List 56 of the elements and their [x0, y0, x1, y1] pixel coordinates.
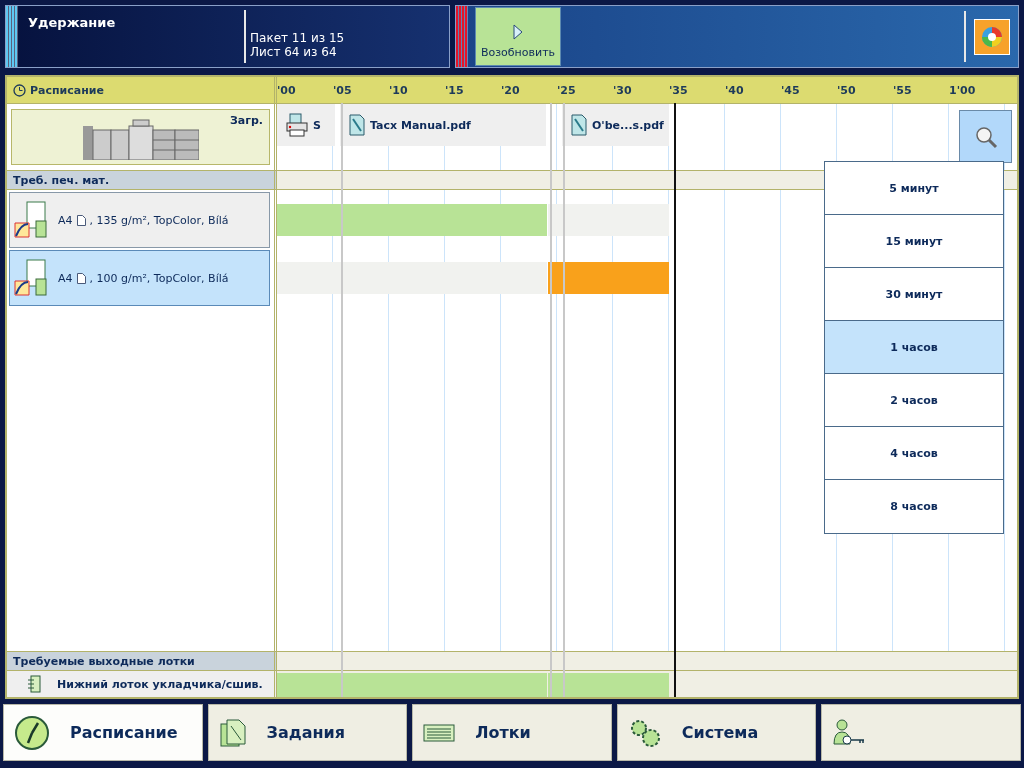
media-size: A4 [58, 213, 73, 227]
media-item[interactable]: A4 , 135 g/m², TopColor, Bílá [9, 192, 270, 248]
time-tick: '55 [893, 83, 913, 97]
job-header[interactable]: O'be...s.pdf [562, 104, 669, 146]
nav-tab[interactable]: Система [616, 704, 817, 761]
status-title: Удержание [28, 15, 116, 30]
job-name: O'be...s.pdf [592, 118, 664, 132]
color-wheel-button[interactable] [974, 19, 1010, 55]
tray-icon [423, 723, 456, 742]
media-details: , 135 g/m², TopColor, Bílá [89, 213, 229, 227]
media-size: A4 [58, 271, 73, 285]
media-item[interactable]: A4 , 100 g/m², TopColor, Bílá [9, 250, 270, 306]
time-tick: '25 [557, 83, 577, 97]
zoom-option[interactable]: 1 часов [825, 321, 1003, 374]
color-wheel-icon [981, 26, 1003, 48]
section-header: Требуемые выходные лотки [7, 651, 277, 671]
time-tick: '50 [837, 83, 857, 97]
page-icon [76, 214, 86, 226]
documents-icon [218, 717, 247, 748]
time-tick: '10 [389, 83, 409, 97]
job-name: S [313, 118, 321, 132]
status-line: Пакет 11 из 15 [250, 31, 345, 45]
time-tick: '00 [277, 83, 297, 97]
time-tick: '45 [781, 83, 801, 97]
nav-tab[interactable]: Лотки [412, 704, 612, 761]
play-icon [513, 24, 523, 40]
time-tick: '15 [445, 83, 465, 97]
page-icon [76, 272, 86, 284]
time-tick: 1'00 [949, 83, 977, 97]
time-tick: '05 [333, 83, 353, 97]
resume-button[interactable]: Возобновить [475, 7, 561, 66]
clock-icon [13, 83, 26, 97]
section-header: Треб. печ. мат. [7, 170, 277, 190]
clock-icon [14, 714, 50, 751]
tray-name: Нижний лоток укладчика/сшив. [57, 677, 263, 691]
nav-tab[interactable]: Задания [207, 704, 408, 761]
time-tick: '20 [501, 83, 521, 97]
status-strip [6, 6, 18, 67]
printer-icon [285, 113, 309, 137]
time-tick: '40 [725, 83, 745, 97]
alert-strip [456, 6, 468, 67]
tray-icon [27, 675, 41, 693]
zoom-button[interactable] [959, 110, 1012, 163]
document-icon [348, 114, 366, 136]
job-header[interactable]: S [277, 104, 335, 146]
nav-tab[interactable]: Расписание [3, 704, 203, 761]
status-line: Лист 64 из 64 [250, 45, 338, 59]
media-details: , 100 g/m², TopColor, Bílá [89, 271, 229, 285]
time-tick: '30 [613, 83, 633, 97]
machine-status: Загр. [229, 114, 263, 127]
schedule-title: Расписание [30, 83, 105, 97]
document-icon [570, 114, 588, 136]
job-header[interactable]: Tacx Manual.pdf [340, 104, 546, 146]
user-key-icon [832, 717, 867, 748]
time-tick: '35 [669, 83, 689, 97]
job-name: Tacx Manual.pdf [370, 118, 471, 132]
